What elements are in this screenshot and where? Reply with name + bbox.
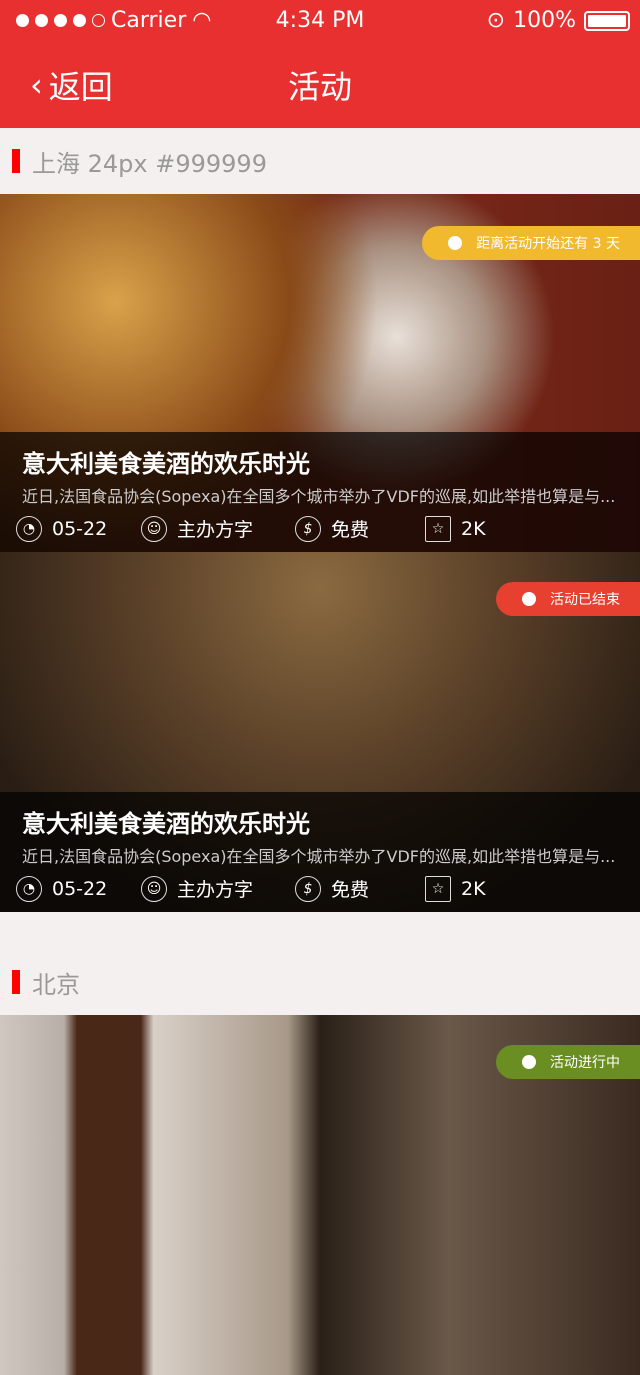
battery-icon (584, 10, 630, 31)
dollar-icon: $ (295, 875, 321, 902)
event-card[interactable]: 活动已结束 意大利美食美酒的欢乐时光 近日,法国食品协会(Sopexa)在全国多… (0, 552, 640, 912)
clock-icon (522, 1055, 536, 1069)
section-title: 上海 24px #999999 (32, 149, 267, 178)
card-overlay: 意大利美食美酒的欢乐时光 近日,法国食品协会(Sopexa)在全国多个城市举办了… (0, 792, 640, 912)
battery-percent: 100% (513, 8, 576, 33)
event-title: 意大利美食美酒的欢乐时光 (22, 810, 310, 838)
event-card[interactable]: 距离活动开始还有 3 天 意大利美食美酒的欢乐时光 近日,法国食品协会(Sope… (0, 194, 640, 552)
event-card[interactable]: 活动进行中 (0, 1015, 640, 1375)
clock-icon: ◔ (16, 875, 42, 902)
favorite-button[interactable]: ☆ 2K (425, 875, 486, 902)
event-date: 05-22 (52, 877, 108, 900)
section-title: 北京 (32, 970, 80, 999)
organizer: 主办方字 (177, 879, 254, 901)
event-description: 近日,法国食品协会(Sopexa)在全国多个城市举办了VDF的巡展,如此举措也算… (22, 847, 616, 866)
event-date: 05-22 (52, 517, 108, 540)
nav-bar: ‹ 返回 活动 (0, 40, 640, 128)
favorite-count: 2K (461, 517, 486, 540)
status-badge: 活动进行中 (496, 1045, 640, 1079)
organizer: 主办方字 (177, 519, 254, 541)
clock-icon: ◔ (16, 515, 42, 542)
rotation-lock-icon: ⊙ (486, 8, 506, 33)
event-title: 意大利美食美酒的欢乐时光 (22, 450, 310, 478)
favorite-count: 2K (461, 877, 486, 900)
section-header-beijing: 北京 (0, 949, 640, 1015)
section-marker (12, 149, 20, 173)
clock-icon (522, 592, 536, 606)
page-title: 活动 (287, 68, 352, 106)
dollar-icon: $ (295, 515, 321, 542)
section-header-shanghai: 上海 24px #999999 (0, 128, 640, 194)
favorite-button[interactable]: ☆ 2K (425, 515, 486, 542)
user-icon: ☺ (141, 875, 167, 902)
clock-icon (448, 236, 463, 250)
status-badge: 距离活动开始还有 3 天 (422, 226, 640, 260)
status-bar: Carrier ◠ 4:34 PM ⊙ 100% (0, 0, 640, 40)
section-marker (12, 970, 20, 994)
bookmark-star-icon: ☆ (425, 875, 451, 902)
card-overlay: 意大利美食美酒的欢乐时光 近日,法国食品协会(Sopexa)在全国多个城市举办了… (0, 432, 640, 552)
status-badge: 活动已结束 (496, 582, 640, 616)
price: 免费 (331, 879, 370, 901)
event-description: 近日,法国食品协会(Sopexa)在全国多个城市举办了VDF的巡展,如此举措也算… (22, 487, 616, 506)
user-icon: ☺ (141, 515, 167, 542)
price: 免费 (331, 519, 370, 541)
bookmark-star-icon: ☆ (425, 515, 451, 542)
